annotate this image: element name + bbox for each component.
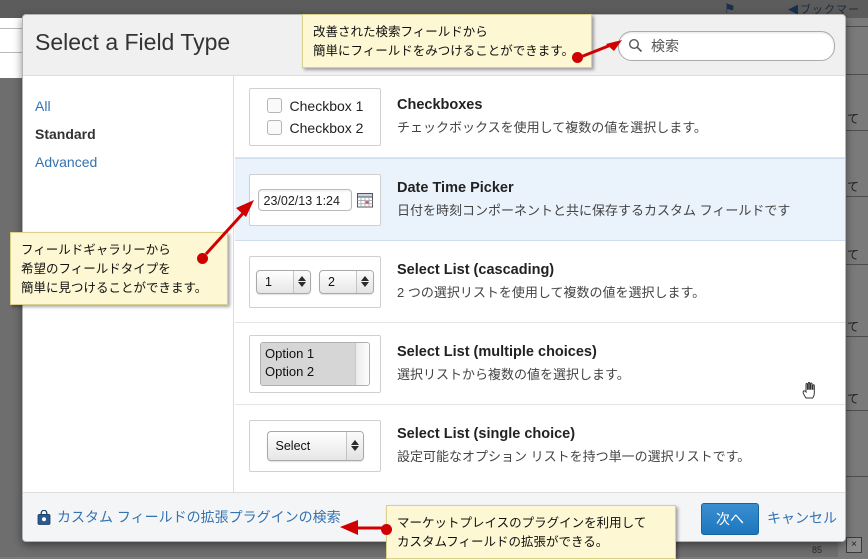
callout-line: 改善された検索フィールドから (313, 22, 581, 41)
checkbox-icon[interactable] (267, 98, 282, 113)
field-description: 設定可能なオプション リストを持つ単一の選択リストです。 (397, 446, 750, 465)
page-number: 85 (812, 545, 822, 555)
sidebar-item-label: All (35, 98, 51, 114)
callout-line: 希望のフィールドタイプを (21, 259, 217, 278)
plugin-bag-icon (37, 510, 51, 525)
callout-line: 簡単に見つけることができます。 (21, 278, 217, 297)
preview-cascading-selects: 1 2 (249, 256, 381, 308)
field-description: 日付を時刻コンポーネントと共に保存するカスタム フィールドです (397, 200, 790, 219)
field-description: 選択リストから複数の値を選択します。 (397, 364, 630, 383)
checkbox-icon[interactable] (267, 120, 282, 135)
field-title: Select List (single choice) (397, 426, 750, 442)
field-title: Checkboxes (397, 97, 707, 113)
hand-cursor-icon (801, 381, 817, 399)
select-value: 1 (257, 275, 293, 289)
preview-date-time-picker: 23/02/13 1:24 (249, 174, 381, 226)
field-text: Select List (cascading) 2 つの選択リストを使用して複数… (397, 262, 705, 301)
background-char: て (847, 110, 859, 127)
single-select-dropdown[interactable]: Select (267, 431, 364, 461)
field-row-checkboxes[interactable]: Checkbox 1 Checkbox 2 Checkboxes チェックボック… (235, 76, 845, 158)
callout-search: 改善された検索フィールドから 簡単にフィールドをみつけることができます。 (302, 14, 592, 68)
stepper-arrows-icon[interactable] (346, 432, 363, 460)
callout-line: カスタムフィールドの拡張ができる。 (397, 532, 665, 551)
sidebar-item-all[interactable]: All (23, 92, 233, 120)
next-button[interactable]: 次へ (701, 503, 759, 535)
checkbox-label: Checkbox 1 (290, 98, 364, 114)
field-row-select-list-multiple[interactable]: Option 1 Option 2 Select List (multiple … (235, 323, 845, 405)
sidebar-item-label: Standard (35, 126, 96, 142)
background-char: て (847, 178, 859, 195)
listbox-option[interactable]: Option 1 (265, 345, 351, 363)
callout-line: 簡単にフィールドをみつけることができます。 (313, 41, 581, 60)
listbox-option[interactable]: Option 2 (265, 363, 351, 381)
background-char: て (847, 318, 859, 335)
sidebar-item-label: Advanced (35, 154, 97, 170)
preview-single-select: Select (249, 420, 381, 472)
search-box[interactable] (618, 31, 835, 61)
field-row-date-time-picker[interactable]: 23/02/13 1:24 D (235, 158, 845, 241)
listbox-scrollbar[interactable] (355, 343, 369, 385)
cascading-select-second[interactable]: 2 (319, 270, 374, 294)
background-char: て (847, 246, 859, 263)
field-title: Select List (multiple choices) (397, 344, 630, 360)
select-value: 2 (320, 275, 356, 289)
field-text: Date Time Picker 日付を時刻コンポーネントと共に保存するカスタム… (397, 180, 790, 219)
callout-line: フィールドギャラリーから (21, 240, 217, 259)
plugin-search-link[interactable]: カスタム フィールドの拡張プラグインの検索 (37, 507, 341, 527)
sidebar-item-standard[interactable]: Standard (23, 120, 233, 148)
preview-checkboxes: Checkbox 1 Checkbox 2 (249, 88, 381, 146)
page-title: Select a Field Type (35, 29, 230, 56)
cascading-select-first[interactable]: 1 (256, 270, 311, 294)
checkbox-label: Checkbox 2 (290, 120, 364, 136)
plugin-search-label: カスタム フィールドの拡張プラグインの検索 (57, 507, 341, 527)
multi-select-listbox[interactable]: Option 1 Option 2 (260, 342, 370, 386)
preview-multi-select-list: Option 1 Option 2 (249, 335, 381, 393)
preview-checkbox-item: Checkbox 2 (267, 120, 364, 136)
field-type-list[interactable]: Checkbox 1 Checkbox 2 Checkboxes チェックボック… (235, 76, 845, 493)
field-row-select-list-single[interactable]: Select Select List (single choice) 設定可能な… (235, 405, 845, 486)
callout-arrow-plugin (336, 516, 388, 538)
date-input[interactable]: 23/02/13 1:24 (258, 189, 352, 211)
calendar-icon[interactable] (357, 192, 373, 208)
search-icon (628, 38, 643, 53)
background-char: て (847, 390, 859, 407)
field-title: Select List (cascading) (397, 262, 705, 278)
field-text: Select List (multiple choices) 選択リストから複数… (397, 344, 630, 383)
callout-line: マーケットプレイスのプラグインを利用して (397, 513, 665, 532)
search-input[interactable] (649, 35, 827, 57)
field-row-select-list-cascading[interactable]: 1 2 Select List (cascading) (235, 241, 845, 323)
stepper-arrows-icon[interactable] (356, 271, 373, 293)
field-description: 2 つの選択リストを使用して複数の値を選択します。 (397, 282, 705, 301)
sidebar-item-advanced[interactable]: Advanced (23, 148, 233, 176)
field-title: Date Time Picker (397, 180, 790, 196)
close-icon[interactable]: × (846, 537, 862, 553)
callout-gallery: フィールドギャラリーから 希望のフィールドタイプを 簡単に見つけることができます… (10, 232, 228, 305)
select-value: Select (268, 439, 346, 453)
callout-plugin: マーケットプレイスのプラグインを利用して カスタムフィールドの拡張ができる。 (386, 505, 676, 559)
stepper-arrows-icon[interactable] (293, 271, 310, 293)
cancel-button[interactable]: キャンセル (767, 508, 837, 528)
preview-checkbox-item: Checkbox 1 (267, 98, 364, 114)
field-text: Select List (single choice) 設定可能なオプション リ… (397, 426, 750, 465)
field-description: チェックボックスを使用して複数の値を選択します。 (397, 117, 707, 136)
callout-arrow-search (576, 38, 624, 62)
field-text: Checkboxes チェックボックスを使用して複数の値を選択します。 (397, 97, 707, 136)
callout-arrow-gallery (202, 196, 260, 258)
